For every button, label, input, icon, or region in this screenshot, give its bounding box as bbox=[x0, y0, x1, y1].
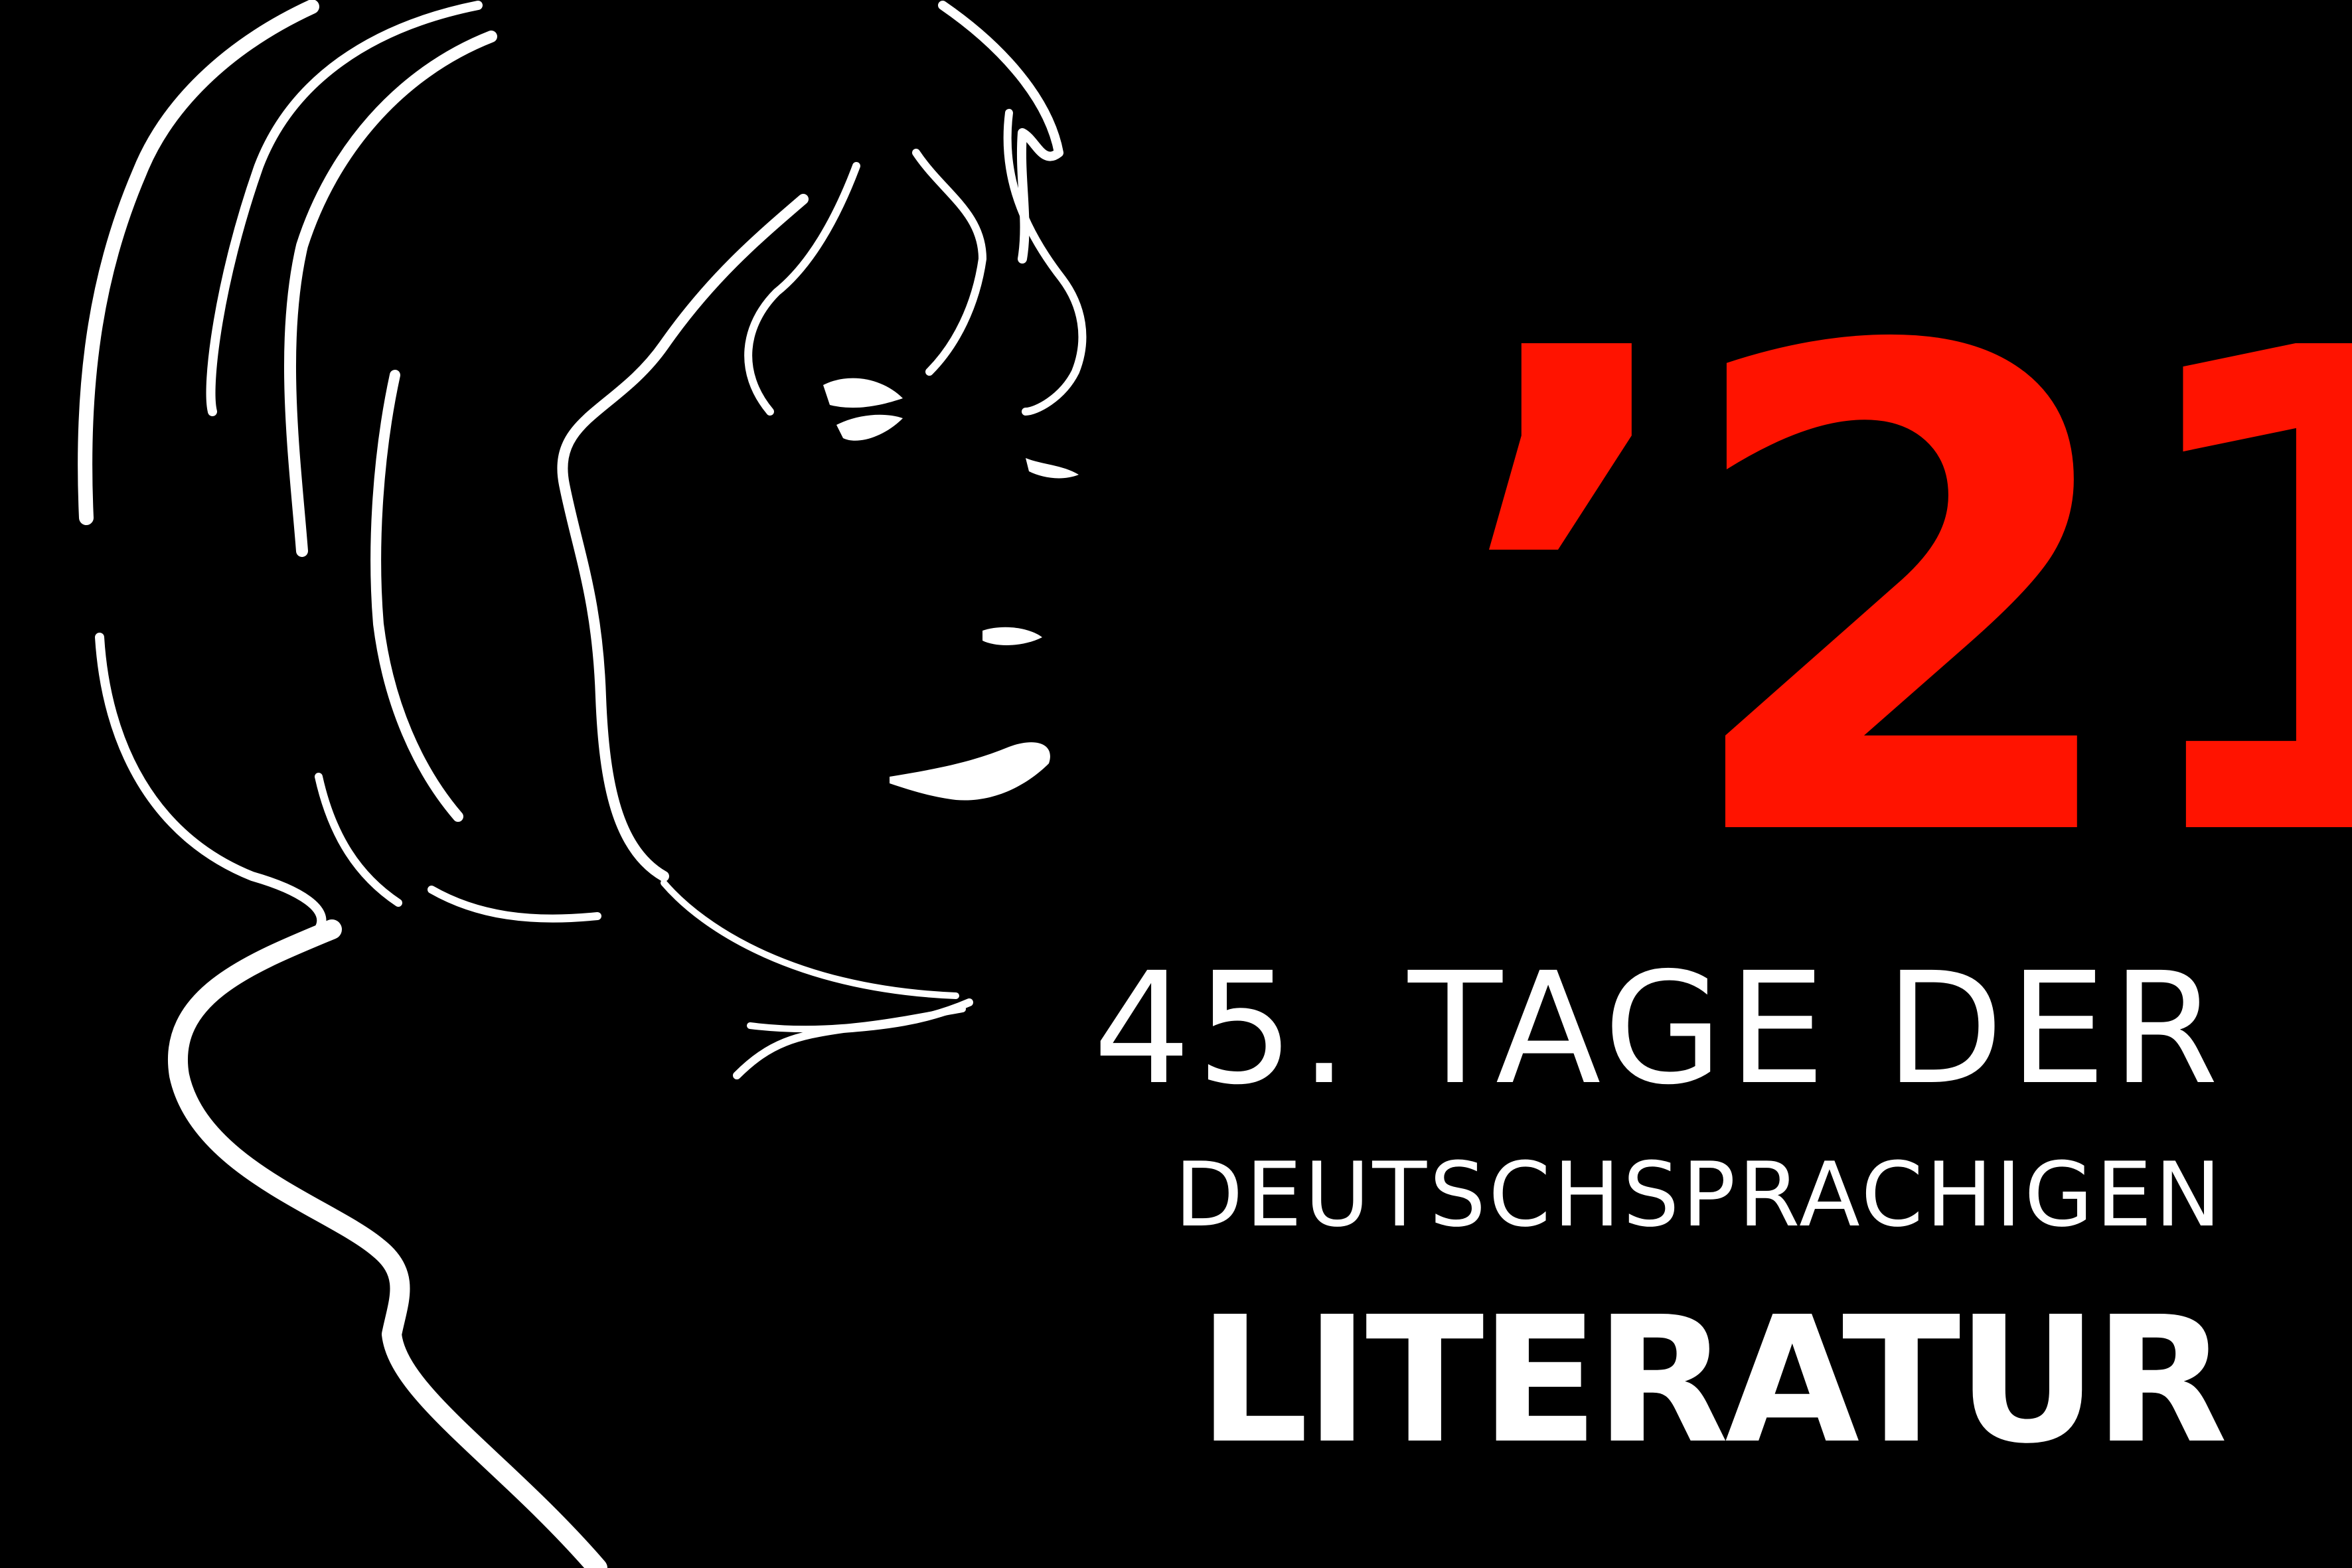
title-line-2: DEUTSCHSPRACHIGEN bbox=[1174, 1143, 2224, 1247]
woman-profile-illustration bbox=[78, 0, 1087, 1568]
year-label: ’21 bbox=[1447, 211, 2352, 984]
poster: ’21 45. TAGE DER DEUTSCHSPRACHIGEN LITER… bbox=[0, 0, 2352, 1568]
title-line-1: 45. TAGE DER bbox=[1093, 939, 2224, 1119]
title-line-3: LITERATUR bbox=[1198, 1279, 2228, 1482]
